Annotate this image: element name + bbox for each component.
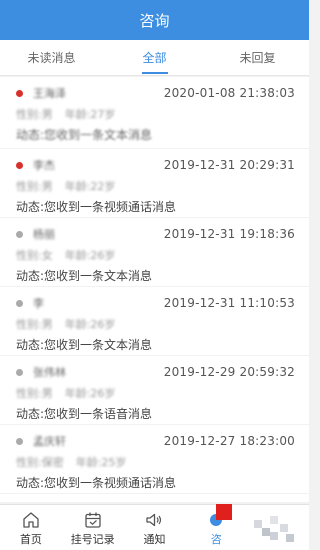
message-time: 2019-12-27 18:23:00 bbox=[163, 434, 295, 448]
read-dot bbox=[16, 230, 23, 238]
tab-unread[interactable]: 未读消息 bbox=[0, 40, 103, 75]
message-preview: 动态:您收到一条文本消息 bbox=[16, 338, 153, 352]
patient-info: 性别:男 年龄:26岁 bbox=[16, 385, 295, 403]
home-icon bbox=[22, 511, 40, 529]
unread-dot bbox=[16, 161, 23, 169]
app-header: 咨询 bbox=[0, 0, 309, 40]
nav-home-label: 首页 bbox=[19, 533, 42, 546]
unread-dot bbox=[16, 89, 23, 97]
nav-consult-label: 咨 bbox=[210, 533, 222, 546]
message-preview: 动态:您收到一条视频通话消息 bbox=[16, 476, 177, 490]
patient-info: 性别:女 年龄:26岁 bbox=[16, 247, 295, 265]
patient-age: 年龄:25岁 bbox=[75, 456, 127, 469]
patient-age: 年龄:26岁 bbox=[64, 249, 116, 262]
patient-name: 孟庆轩 bbox=[33, 435, 66, 448]
message-item[interactable]: 李 2019-12-31 11:10:53 性别:男 年龄:26岁 动态:您收到一… bbox=[0, 287, 309, 356]
message-preview: 动态:您收到一条视频通话消息 bbox=[16, 200, 177, 214]
message-preview: 动态:您收到一条语音消息 bbox=[16, 407, 153, 421]
nav-notice-label: 通知 bbox=[143, 533, 166, 546]
patient-gender: 性别:男 bbox=[16, 387, 53, 400]
patient-info: 性别:男 年龄:22岁 bbox=[16, 178, 295, 196]
tab-unreplied[interactable]: 未回复 bbox=[206, 40, 309, 75]
message-item[interactable]: 王海泽 2020-01-08 21:38:03 性别:男 年龄:27岁 动态:您收… bbox=[0, 77, 309, 149]
patient-age: 年龄:26岁 bbox=[64, 318, 116, 331]
message-list: 王海泽 2020-01-08 21:38:03 性别:男 年龄:27岁 动态:您收… bbox=[0, 77, 309, 502]
nav-notice[interactable]: 通知 bbox=[124, 505, 186, 550]
patient-age: 年龄:22岁 bbox=[64, 180, 116, 193]
notification-badge bbox=[216, 504, 232, 520]
message-time: 2019-12-31 19:18:36 bbox=[163, 227, 295, 241]
calendar-icon bbox=[84, 511, 102, 529]
filter-tabs: 未读消息 全部 未回复 bbox=[0, 40, 309, 76]
page-title: 咨询 bbox=[139, 11, 170, 30]
message-preview: 动态:您收到一条文本消息 bbox=[16, 128, 153, 142]
patient-info: 性别:男 年龄:27岁 bbox=[16, 106, 295, 124]
message-item[interactable]: 孟庆轩 2019-12-27 18:23:00 性别:保密 年龄:25岁 动态:您… bbox=[0, 425, 309, 494]
read-dot bbox=[16, 437, 23, 445]
patient-gender: 性别:保密 bbox=[16, 456, 64, 469]
message-time: 2019-12-31 11:10:53 bbox=[163, 296, 295, 310]
tab-all[interactable]: 全部 bbox=[103, 40, 206, 75]
read-dot bbox=[16, 368, 23, 376]
message-time: 2019-12-29 20:59:32 bbox=[163, 365, 295, 379]
patient-gender: 性别:男 bbox=[16, 180, 53, 193]
message-preview: 动态:您收到一条文本消息 bbox=[16, 269, 153, 283]
redacted-mosaic bbox=[254, 512, 294, 544]
message-item[interactable]: 杨丽 2019-12-31 19:18:36 性别:女 年龄:26岁 动态:您收到… bbox=[0, 218, 309, 287]
patient-info: 性别:男 年龄:26岁 bbox=[16, 316, 295, 334]
nav-home[interactable]: 首页 bbox=[0, 505, 62, 550]
patient-name: 李 bbox=[33, 297, 44, 310]
message-time: 2020-01-08 21:38:03 bbox=[163, 86, 295, 100]
nav-records[interactable]: 挂号记录 bbox=[62, 505, 124, 550]
patient-gender: 性别:男 bbox=[16, 318, 53, 331]
patient-gender: 性别:女 bbox=[16, 249, 53, 262]
message-item[interactable]: 张伟林 2019-12-29 20:59:32 性别:男 年龄:26岁 动态:您收… bbox=[0, 356, 309, 425]
message-time: 2019-12-31 20:29:31 bbox=[163, 158, 295, 172]
nav-records-label: 挂号记录 bbox=[70, 533, 115, 546]
read-dot bbox=[16, 299, 23, 307]
patient-name: 张伟林 bbox=[33, 366, 66, 379]
patient-name: 王海泽 bbox=[33, 87, 66, 100]
patient-gender: 性别:男 bbox=[16, 108, 53, 121]
patient-info: 性别:保密 年龄:25岁 bbox=[16, 454, 295, 472]
patient-age: 年龄:27岁 bbox=[64, 108, 116, 121]
patient-name: 杨丽 bbox=[33, 228, 55, 241]
message-item[interactable]: 李杰 2019-12-31 20:29:31 性别:男 年龄:22岁 动态:您收到… bbox=[0, 149, 309, 218]
patient-age: 年龄:26岁 bbox=[64, 387, 116, 400]
speaker-icon bbox=[145, 511, 163, 529]
patient-name: 李杰 bbox=[33, 159, 55, 172]
